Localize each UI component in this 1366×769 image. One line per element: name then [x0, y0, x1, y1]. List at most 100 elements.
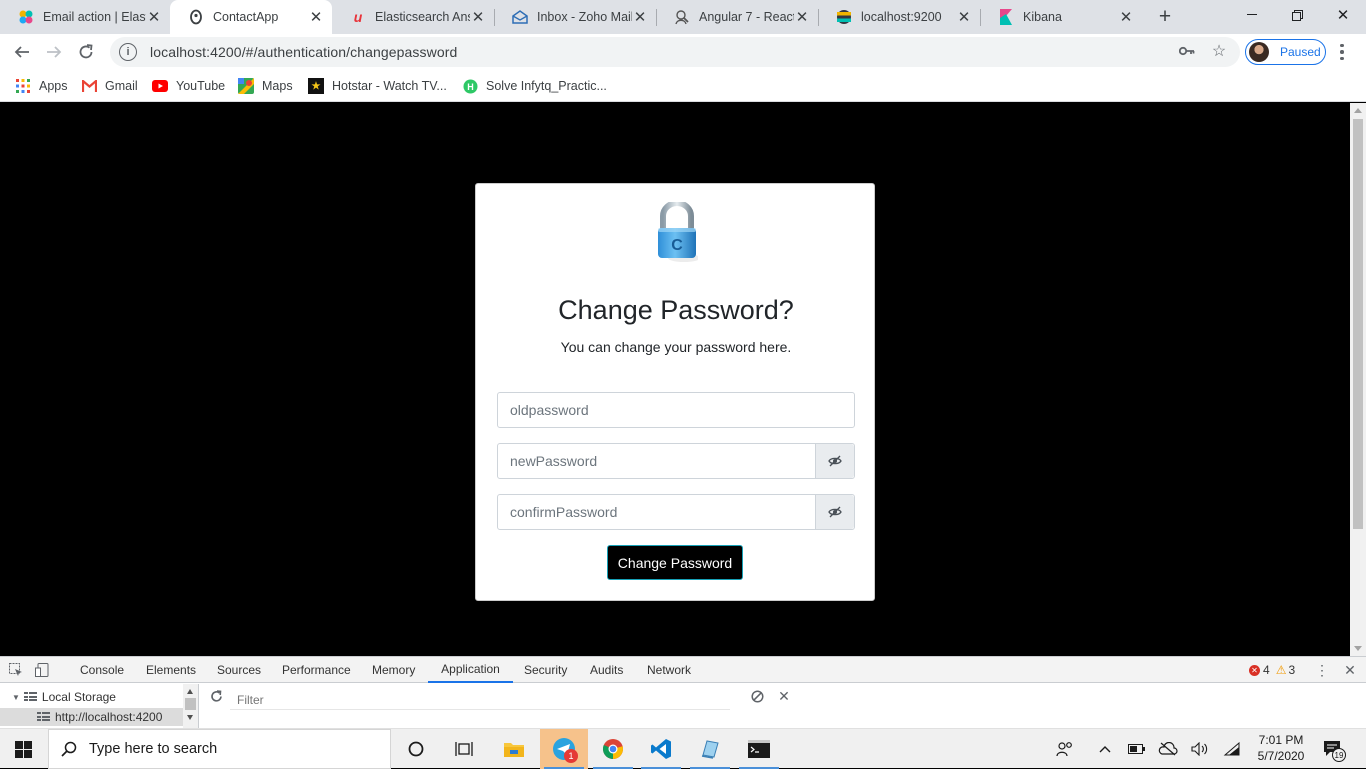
sidebar-scrollbar-thumb[interactable]: [185, 698, 196, 710]
sidebar-item-localhost[interactable]: http://localhost:4200: [0, 708, 183, 726]
close-tab-icon[interactable]: ✕: [794, 9, 810, 26]
devtools-tab-network[interactable]: Network: [647, 657, 691, 683]
reload-button[interactable]: [72, 38, 100, 66]
bookmark-star-icon[interactable]: ☆: [1209, 41, 1229, 61]
bookmark-gmail[interactable]: Gmail: [81, 76, 138, 96]
devtools-tab-console[interactable]: Console: [80, 657, 124, 683]
eye-slash-icon: [828, 506, 842, 518]
volume-icon[interactable]: [1190, 739, 1210, 759]
url-text[interactable]: localhost:4200/#/authentication/changepa…: [150, 44, 457, 60]
storage-grid-icon: [37, 712, 50, 722]
close-tab-icon[interactable]: ✕: [1118, 9, 1134, 26]
bookmark-label: Solve Infytq_Practic...: [486, 79, 607, 93]
back-button[interactable]: [8, 38, 36, 66]
close-tab-icon[interactable]: ✕: [308, 9, 324, 26]
bookmark-apps[interactable]: Apps: [15, 76, 68, 96]
key-icon[interactable]: [1177, 41, 1197, 61]
tab-localhost-9200[interactable]: localhost:9200 ✕: [818, 0, 980, 34]
restore-window-button[interactable]: [1274, 0, 1320, 30]
people-icon[interactable]: [1055, 739, 1075, 759]
sidebar-scroll-down-arrow[interactable]: [187, 715, 193, 720]
bookmark-maps[interactable]: Maps: [238, 76, 293, 96]
bookmark-solve-infytq[interactable]: H Solve Infytq_Practic...: [462, 76, 607, 96]
battery-icon[interactable]: [1127, 739, 1147, 759]
error-counter[interactable]: ✕ 4 ⚠ 3: [1249, 657, 1295, 683]
profile-button[interactable]: Paused: [1245, 39, 1326, 65]
refresh-icon[interactable]: [207, 687, 225, 705]
chrome-icon[interactable]: [589, 729, 637, 769]
devtools-tab-application[interactable]: Application: [428, 657, 513, 683]
devtools-tab-audits[interactable]: Audits: [590, 657, 623, 683]
notifications-icon[interactable]: 19: [1323, 739, 1346, 762]
minimize-window-button[interactable]: [1229, 0, 1275, 30]
bookmark-youtube[interactable]: YouTube: [152, 76, 225, 96]
close-window-button[interactable]: ✕: [1320, 0, 1366, 30]
vscode-icon[interactable]: [637, 729, 685, 769]
scrollbar-thumb[interactable]: [1353, 119, 1363, 529]
bookmark-hotstar[interactable]: ★ Hotstar - Watch TV...: [308, 76, 447, 96]
confirm-password-input[interactable]: [498, 495, 815, 529]
command-prompt-icon[interactable]: [735, 729, 783, 769]
toggle-new-password-visibility[interactable]: [815, 444, 854, 478]
task-view-button[interactable]: [440, 729, 488, 769]
change-password-button[interactable]: Change Password: [607, 545, 743, 580]
tab-angular-article[interactable]: Angular 7 - Reactiv ✕: [656, 0, 818, 34]
forward-button[interactable]: [40, 38, 68, 66]
tab-kibana[interactable]: Kibana ✕: [980, 0, 1142, 34]
wifi-icon[interactable]: [1222, 739, 1242, 759]
devtools-menu-icon[interactable]: ⋮: [1313, 661, 1331, 679]
storage-filter-input[interactable]: Filter: [230, 690, 730, 710]
cortana-button[interactable]: [392, 729, 440, 769]
device-toolbar-icon[interactable]: [33, 661, 51, 679]
tab-contactapp[interactable]: ContactApp ✕: [170, 0, 332, 34]
close-tab-icon[interactable]: ✕: [146, 9, 162, 26]
notepad-app-icon[interactable]: [686, 729, 734, 769]
inspect-element-icon[interactable]: [7, 661, 25, 679]
taskbar-clock[interactable]: 7:01 PM 5/7/2020: [1252, 732, 1310, 764]
new-password-input[interactable]: [498, 444, 815, 478]
show-hidden-icons-chevron-icon[interactable]: [1095, 739, 1115, 759]
devtools-tab-security[interactable]: Security: [524, 657, 567, 683]
sidebar-scroll-up-arrow[interactable]: [187, 689, 193, 694]
devtools-tab-memory[interactable]: Memory: [372, 657, 415, 683]
site-info-icon[interactable]: i: [119, 43, 137, 61]
devtools-tab-sources[interactable]: Sources: [217, 657, 261, 683]
clear-all-icon[interactable]: [748, 687, 766, 705]
browser-menu-icon[interactable]: [1334, 40, 1350, 64]
new-tab-button[interactable]: +: [1153, 5, 1177, 29]
search-icon: [61, 741, 77, 757]
page-viewport: C Change Password? You can change your p…: [0, 103, 1350, 656]
close-tab-icon[interactable]: ✕: [632, 9, 648, 26]
devtools-tab-elements[interactable]: Elements: [146, 657, 196, 683]
bookmarks-bar: Apps Gmail YouTube Maps ★ Hotstar - Watc…: [0, 70, 1366, 102]
close-tab-icon[interactable]: ✕: [956, 9, 972, 26]
application-sidebar: ▼ Local Storage http://localhost:4200: [0, 684, 199, 729]
telegram-icon[interactable]: 1: [540, 729, 588, 769]
expand-triangle-icon: ▼: [12, 692, 20, 702]
lock-letter: C: [671, 237, 683, 254]
delete-selected-icon[interactable]: ✕: [775, 687, 793, 705]
scroll-down-arrow[interactable]: [1354, 646, 1362, 651]
onedrive-offline-icon[interactable]: [1158, 739, 1178, 759]
page-scrollbar[interactable]: [1350, 103, 1366, 656]
file-explorer-icon[interactable]: [490, 729, 538, 769]
sidebar-section-local-storage[interactable]: ▼ Local Storage: [0, 688, 198, 706]
start-windows-icon[interactable]: [15, 741, 32, 758]
devtools-tab-performance[interactable]: Performance: [282, 657, 351, 683]
bookmark-label: Apps: [39, 79, 68, 93]
taskbar-search-box[interactable]: Type here to search: [48, 729, 391, 769]
scroll-up-arrow[interactable]: [1354, 108, 1362, 113]
close-devtools-icon[interactable]: ✕: [1341, 661, 1359, 679]
toggle-confirm-password-visibility[interactable]: [815, 495, 854, 529]
tab-email-action[interactable]: Email action | Elast ✕: [0, 0, 170, 34]
elasticsearch-icon: [836, 9, 852, 25]
close-tab-icon[interactable]: ✕: [470, 9, 486, 26]
tab-title: ContactApp: [213, 10, 279, 24]
old-password-input[interactable]: [498, 393, 854, 427]
devtools-panel: Console Elements Sources Performance Mem…: [0, 656, 1366, 729]
tab-elasticsearch-answers[interactable]: u Elasticsearch Answ ✕: [332, 0, 494, 34]
sidebar-scrollbar[interactable]: [183, 684, 198, 729]
tab-zoho-mail[interactable]: Inbox - Zoho Mail ✕: [494, 0, 656, 34]
browser-tab-strip: Email action | Elast ✕ ContactApp ✕ u El…: [0, 0, 1366, 34]
address-bar[interactable]: i localhost:4200/#/authentication/change…: [110, 37, 1240, 67]
